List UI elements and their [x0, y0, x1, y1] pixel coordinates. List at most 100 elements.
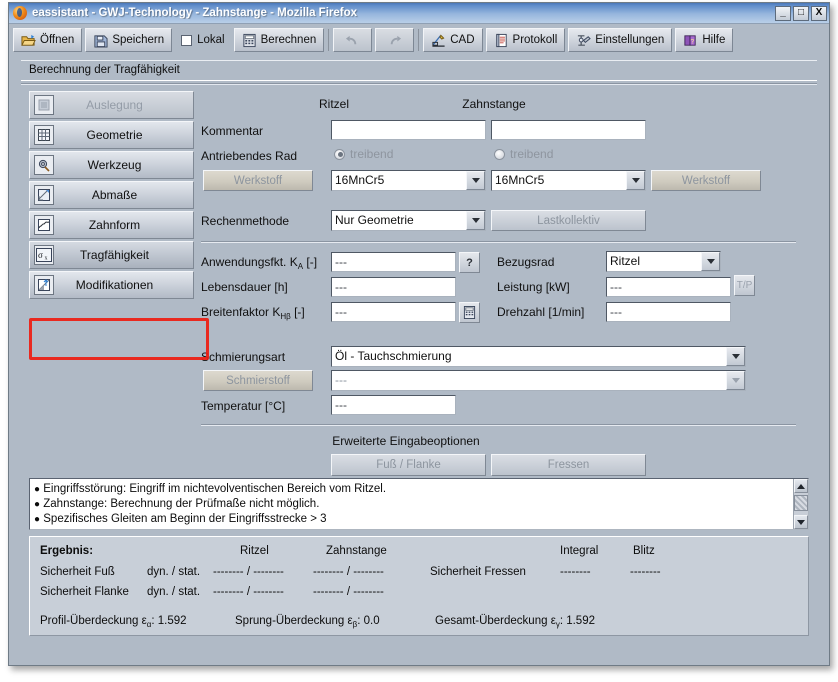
sicherheit-fressen-label: Sicherheit Fressen — [430, 566, 526, 578]
bezugsrad-value: Ritzel — [610, 254, 641, 268]
kommentar-ritzel-input[interactable] — [331, 120, 486, 140]
chevron-down-icon[interactable] — [466, 171, 485, 190]
open-button[interactable]: Öffnen — [13, 28, 83, 52]
rechenmethode-value: Nur Geometrie — [335, 213, 414, 227]
ruler-icon — [34, 185, 54, 205]
leistung-label: Leistung [kW] — [497, 280, 570, 294]
scroll-up-arrow-icon[interactable] — [794, 479, 808, 493]
result-title: Ergebnis: — [40, 545, 94, 557]
list-item: ● Zahnstange: Berechnung der Prüfmaße ni… — [34, 498, 320, 510]
result-row-zahnstange-value: -------- / -------- — [313, 566, 384, 578]
chevron-down-icon[interactable] — [726, 371, 745, 390]
breitenfaktor-label-sub: Hβ — [280, 312, 291, 321]
calculator-small-icon — [463, 306, 476, 319]
sidebar-item-modifikationen[interactable]: Modifikationen — [29, 271, 194, 299]
messages-scrollbar[interactable] — [793, 479, 808, 529]
toolbar-separator-2 — [418, 29, 420, 51]
anwendungsfkt-input[interactable]: --- — [331, 252, 456, 272]
chevron-down-icon[interactable] — [726, 347, 745, 366]
temperatur-input[interactable]: --- — [331, 395, 456, 415]
breitenfaktor-label-post: [-] — [290, 305, 305, 319]
temperatur-label: Temperatur [°C] — [201, 399, 286, 413]
schmierstoff-button[interactable]: Schmierstoff — [203, 370, 313, 391]
maximize-button[interactable]: □ — [793, 5, 809, 21]
lokal-checkbox-label: Lokal — [197, 34, 225, 46]
kommentar-zahnstange-input[interactable] — [491, 120, 646, 140]
sidebar: Auslegung Geometrie Werkzeug Abmaße Zahn… — [29, 91, 194, 301]
modification-icon — [34, 275, 54, 295]
close-button[interactable]: X — [811, 5, 827, 21]
result-row-mode: dyn. / stat. — [147, 566, 201, 578]
anwendungsfkt-label-post: [-] — [303, 255, 318, 269]
result-row-ritzel-value: -------- / -------- — [213, 566, 284, 578]
toolbar-separator-1 — [328, 29, 330, 51]
scrollbar-thumb[interactable] — [794, 495, 808, 511]
body-area: Auslegung Geometrie Werkzeug Abmaße Zahn… — [21, 85, 817, 489]
schmierstoff-combo[interactable]: --- — [331, 370, 746, 391]
radio-dot-icon — [494, 148, 505, 160]
message-text: Spezifisches Gleiten am Beginn der Eingr… — [43, 513, 327, 525]
leistung-input[interactable]: --- — [606, 277, 731, 297]
sidebar-item-label: Tragfähigkeit — [80, 248, 149, 262]
checkbox-box[interactable] — [181, 34, 193, 46]
sidebar-item-auslegung[interactable]: Auslegung — [29, 91, 194, 119]
erweiterte-eingabeoptionen-title: Erweiterte Eingabeoptionen — [332, 434, 480, 448]
radio-ritzel-treibend[interactable]: treibend — [334, 147, 393, 161]
page-title: Berechnung der Tragfähigkeit — [29, 64, 180, 76]
chevron-down-icon[interactable] — [701, 252, 720, 271]
column-header-ritzel: Ritzel — [318, 97, 349, 111]
protokoll-button[interactable]: Protokoll — [485, 28, 566, 52]
berechnen-button[interactable]: Berechnen — [233, 28, 325, 52]
firefox-icon — [13, 6, 27, 20]
sidebar-item-geometrie[interactable]: Geometrie — [29, 121, 194, 149]
werkstoff-ritzel-combo[interactable]: 16MnCr5 — [331, 170, 486, 191]
save-button[interactable]: Speichern — [85, 28, 173, 52]
werkstoff-left-button[interactable]: Werkstoff — [203, 170, 313, 191]
settings-tool-icon — [578, 34, 592, 46]
grid-icon — [34, 125, 54, 145]
scroll-down-arrow-icon[interactable] — [794, 515, 808, 529]
undo-button[interactable] — [333, 28, 373, 52]
toolbar: Öffnen Speichern Lokal Berechnen CAD Pro… — [9, 24, 829, 56]
lokal-checkbox[interactable]: Lokal — [175, 28, 231, 52]
redo-button[interactable] — [375, 28, 415, 52]
fressen-button[interactable]: Fressen — [491, 454, 646, 476]
lastkollektiv-button[interactable]: Lastkollektiv — [491, 210, 646, 231]
hilfe-button[interactable]: ? Hilfe — [675, 28, 734, 52]
sidebar-item-zahnform[interactable]: Zahnform — [29, 211, 194, 239]
minimize-button[interactable]: _ — [775, 5, 791, 21]
table-row: Sicherheit Flanke — [40, 586, 129, 598]
redo-arrow-icon — [391, 35, 402, 44]
sidebar-item-werkzeug[interactable]: Werkzeug — [29, 151, 194, 179]
sidebar-item-label: Modifikationen — [75, 278, 154, 292]
chevron-down-icon[interactable] — [466, 211, 485, 230]
werkstoff-zahnstange-combo[interactable]: 16MnCr5 — [491, 170, 646, 191]
help-book-icon: ? — [684, 34, 696, 46]
einstellungen-button[interactable]: Einstellungen — [568, 28, 673, 52]
anwendungsfkt-help-button[interactable]: ? — [459, 252, 480, 273]
open-folder-icon — [21, 34, 36, 46]
messages-box: ● Eingriffsstörung: Eingriff im nichtevo… — [29, 478, 809, 530]
cad-pencil-icon — [432, 34, 445, 47]
table-row: Sicherheit Fuß — [40, 566, 115, 578]
document-icon — [495, 33, 507, 47]
cad-button[interactable]: CAD — [423, 28, 483, 52]
sidebar-item-tragfaehigkeit[interactable]: σx Tragfähigkeit — [29, 241, 194, 269]
drehzahl-label: Drehzahl [1/min] — [497, 305, 585, 319]
bezugsrad-combo[interactable]: Ritzel — [606, 251, 721, 272]
result-row-zahnstange-value: -------- / -------- — [313, 586, 384, 598]
breitenfaktor-calc-button[interactable] — [459, 302, 480, 323]
title-bar: eassistant - GWJ-Technology - Zahnstange… — [9, 3, 829, 24]
werkstoff-right-button[interactable]: Werkstoff — [651, 170, 761, 191]
page-container: Berechnung der Tragfähigkeit Auslegung G… — [21, 60, 817, 657]
fuss-flanke-button[interactable]: Fuß / Flanke — [331, 454, 486, 476]
rechenmethode-combo[interactable]: Nur Geometrie — [331, 210, 486, 231]
schmierungsart-combo[interactable]: Öl - Tauchschmierung — [331, 346, 746, 367]
tp-button[interactable]: T/P — [734, 275, 755, 296]
sidebar-item-abmasse[interactable]: Abmaße — [29, 181, 194, 209]
drehzahl-input[interactable]: --- — [606, 302, 731, 322]
breitenfaktor-input[interactable]: --- — [331, 302, 456, 322]
radio-zahnstange-treibend[interactable]: treibend — [494, 147, 553, 161]
chevron-down-icon[interactable] — [626, 171, 645, 190]
lebensdauer-input[interactable]: --- — [331, 277, 456, 297]
